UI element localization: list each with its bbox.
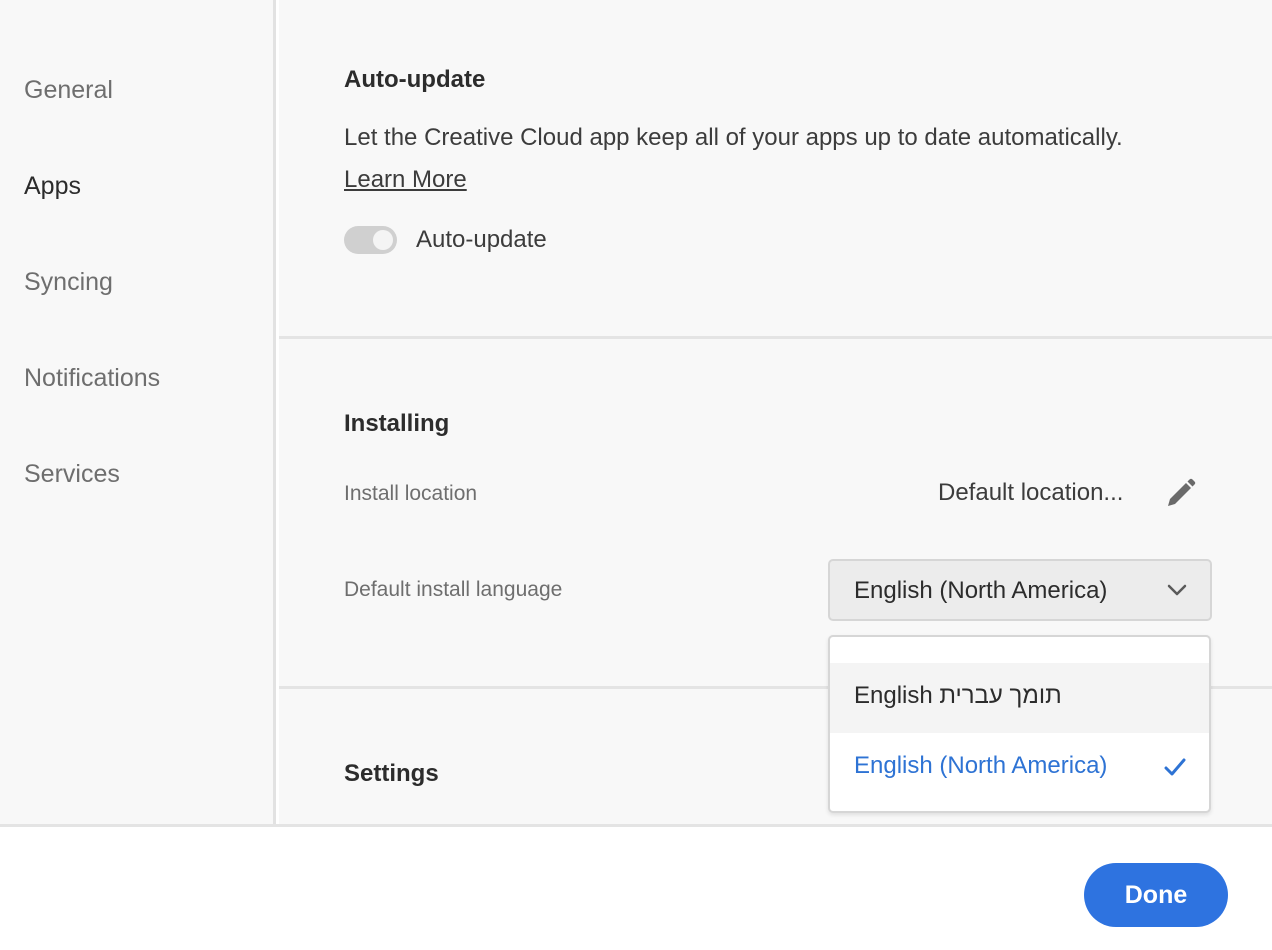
language-option-label: English (North America) [854,752,1108,779]
installing-title: Installing [344,410,450,437]
language-option-hebrew[interactable]: English תומך עברית [830,663,1209,733]
default-install-language-label: Default install language [344,578,563,601]
sidebar-item-apps[interactable]: Apps [24,172,81,201]
footer: Done [0,824,1272,950]
language-option-english-north-america[interactable]: English (North America) [830,733,1209,803]
main-content: Auto-update Let the Creative Cloud app k… [279,0,1272,824]
learn-more-link[interactable]: Learn More [344,166,467,194]
pencil-icon[interactable] [1162,476,1198,512]
language-picker-value: English (North America) [854,577,1108,604]
sidebar-item-services[interactable]: Services [24,460,120,489]
sidebar-item-notifications[interactable]: Notifications [24,364,160,393]
install-location-label: Install location [344,482,478,505]
language-picker[interactable]: English (North America) [828,559,1212,621]
auto-update-description: Let the Creative Cloud app keep all of y… [344,124,1123,151]
done-button[interactable]: Done [1084,863,1228,927]
sidebar-item-general[interactable]: General [24,76,113,105]
language-dropdown-menu: English תומך עברית English (North Americ… [828,635,1211,813]
auto-update-toggle-label: Auto-update [416,226,547,253]
install-location-value: Default location... [938,479,1124,506]
language-option-label: English תומך עברית [854,682,1062,709]
chevron-down-icon [1167,584,1187,596]
sidebar-item-syncing[interactable]: Syncing [24,268,113,297]
section-divider [279,336,1272,339]
checkmark-icon [1164,758,1186,776]
auto-update-toggle[interactable] [344,226,397,254]
settings-title: Settings [344,760,439,787]
toggle-knob [373,230,393,250]
auto-update-title: Auto-update [344,66,486,93]
sidebar: General Apps Syncing Notifications Servi… [0,0,276,824]
preferences-window: General Apps Syncing Notifications Servi… [0,0,1272,950]
